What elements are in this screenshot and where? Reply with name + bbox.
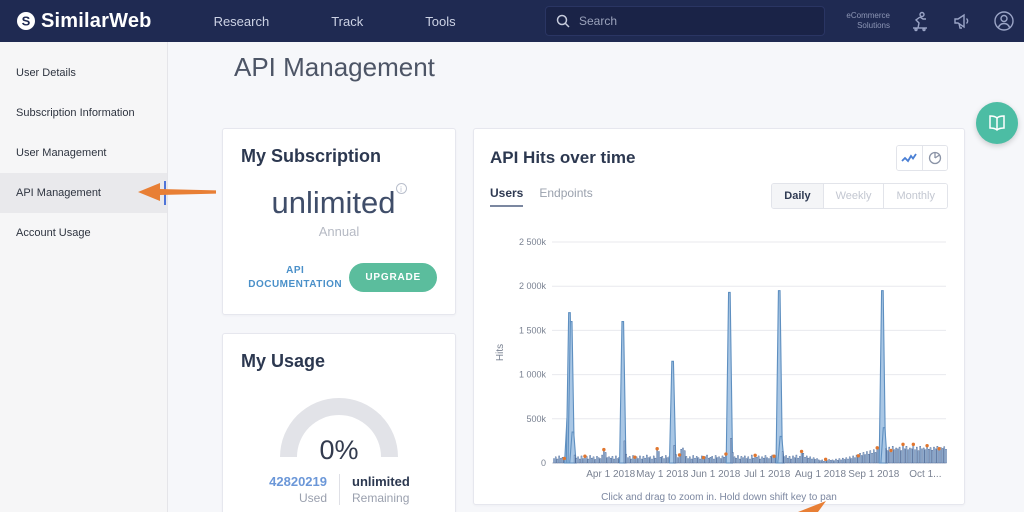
usage-percent: 0% — [280, 435, 398, 466]
svg-text:500k: 500k — [526, 414, 546, 424]
tab-users[interactable]: Users — [490, 186, 523, 207]
usage-gauge: 0% — [280, 398, 398, 458]
svg-text:May 1 2018: May 1 2018 — [636, 469, 689, 480]
sidebar-item-account-usage[interactable]: Account Usage — [0, 213, 167, 253]
info-icon[interactable]: i — [396, 183, 407, 194]
svg-text:Jun 1 2018: Jun 1 2018 — [691, 469, 741, 480]
text-cursor-caret — [164, 181, 166, 205]
search-input[interactable] — [579, 14, 799, 28]
plan-period: Annual — [241, 224, 437, 239]
megaphone-icon[interactable] — [950, 9, 974, 33]
granularity-daily[interactable]: Daily — [772, 184, 822, 208]
my-usage-card: My Usage 0% 42820219 Used unlimited Rema… — [222, 333, 456, 512]
nav-item-track[interactable]: Track — [331, 14, 363, 29]
open-book-icon — [987, 115, 1007, 131]
upgrade-button[interactable]: UPGRADE — [349, 263, 437, 292]
navbar-right: eCommerce Solutions — [846, 0, 1016, 42]
tab-endpoints[interactable]: Endpoints — [539, 186, 592, 207]
svg-text:2 500k: 2 500k — [519, 237, 547, 247]
svg-text:S: S — [22, 14, 31, 29]
svg-text:Sep 1 2018: Sep 1 2018 — [848, 469, 900, 480]
sidebar-item-user-details[interactable]: User Details — [0, 53, 167, 93]
subscription-card-title: My Subscription — [241, 146, 437, 167]
svg-text:Apr 1 2018: Apr 1 2018 — [586, 469, 635, 480]
page-title: API Management — [234, 52, 435, 83]
svg-text:0: 0 — [541, 458, 546, 468]
search-box[interactable] — [545, 6, 825, 36]
chart-hint: Click and drag to zoom in. Hold down shi… — [490, 492, 948, 503]
ecommerce-solutions-label[interactable]: eCommerce Solutions — [846, 11, 890, 31]
svg-text:Oct 1...: Oct 1... — [909, 469, 941, 480]
granularity-monthly[interactable]: Monthly — [883, 184, 947, 208]
svg-text:2 000k: 2 000k — [519, 281, 547, 291]
api-hits-card: API Hits over time Users Endpoints Daily… — [473, 128, 965, 505]
svg-text:Aug 1 2018: Aug 1 2018 — [795, 469, 847, 480]
usage-card-title: My Usage — [241, 351, 437, 372]
sidebar-item-subscription-information[interactable]: Subscription Information — [0, 93, 167, 133]
plan-name: unlimited — [271, 185, 395, 220]
account-icon[interactable] — [992, 9, 1016, 33]
svg-text:1 500k: 1 500k — [519, 325, 547, 335]
main-nav: Research Track Tools — [214, 14, 456, 29]
used-value: 42820219 — [241, 474, 327, 489]
svg-text:Hits: Hits — [495, 344, 506, 361]
chart-tabs: Users Endpoints — [490, 186, 593, 207]
nav-item-research[interactable]: Research — [214, 14, 270, 29]
settings-sidebar: User Details Subscription Information Us… — [0, 42, 168, 512]
sidebar-item-api-management[interactable]: API Management — [0, 173, 167, 213]
ecommerce-cart-icon[interactable] — [908, 9, 932, 33]
api-documentation-link[interactable]: API DOCUMENTATION — [241, 264, 349, 292]
sidebar-item-user-management[interactable]: User Management — [0, 133, 167, 173]
remaining-value: unlimited — [352, 474, 437, 489]
my-subscription-card: My Subscription unlimitedi Annual API DO… — [222, 128, 456, 315]
api-hits-chart[interactable]: 0 500k 1 000k 1 500k 2 000k 2 500k Hits Apr 1 2… — [490, 215, 950, 485]
similarweb-logo[interactable]: S SimilarWeb — [16, 10, 152, 33]
chart-type-toggle — [896, 145, 948, 171]
svg-text:Jul 1 2018: Jul 1 2018 — [744, 469, 791, 480]
pie-chart-icon[interactable] — [922, 146, 947, 170]
documentation-fab-button[interactable] — [976, 102, 1018, 144]
line-chart-icon[interactable] — [897, 146, 922, 170]
top-navbar: S SimilarWeb Research Track Tools eComme… — [0, 0, 1024, 42]
remaining-label: Remaining — [352, 491, 437, 505]
nav-item-tools[interactable]: Tools — [425, 14, 455, 29]
used-label: Used — [241, 491, 327, 505]
granularity-switch: Daily Weekly Monthly — [771, 183, 948, 209]
chart-title: API Hits over time — [490, 145, 636, 168]
search-icon — [556, 14, 570, 28]
brand-name: SimilarWeb — [41, 10, 152, 33]
granularity-weekly[interactable]: Weekly — [823, 184, 884, 208]
svg-text:1 000k: 1 000k — [519, 370, 547, 380]
similarweb-logo-icon: S — [16, 11, 36, 31]
